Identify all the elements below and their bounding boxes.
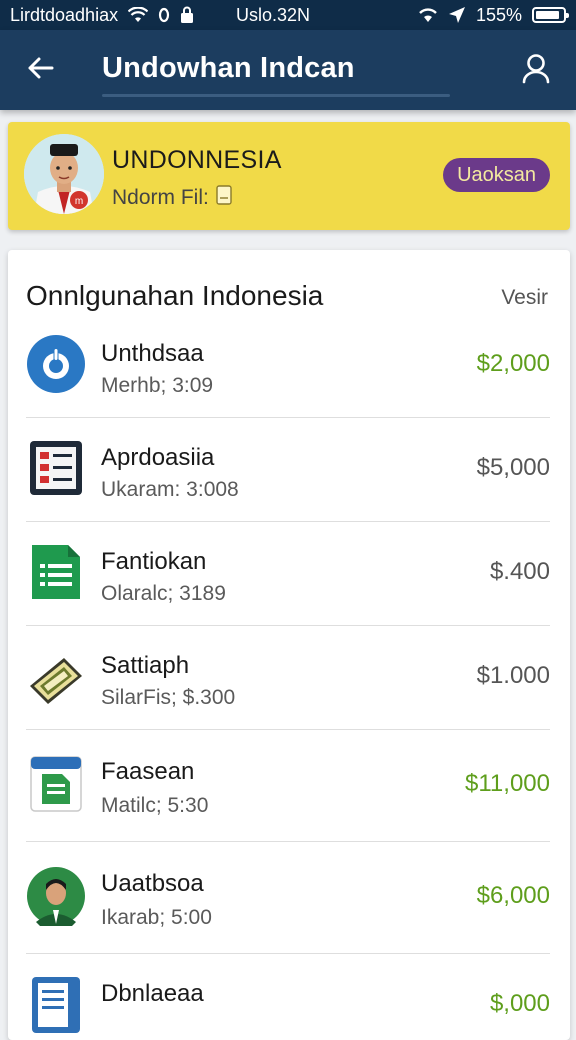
item-title: Aprdoasiia bbox=[101, 444, 215, 471]
user-icon bbox=[521, 52, 551, 89]
item-title: Dbnlaeaa bbox=[101, 980, 204, 1007]
list-item[interactable]: Dbnlaeaa $,000 bbox=[26, 954, 550, 1040]
list-item[interactable]: Faasean Matilc; 5:30 $11,000 bbox=[26, 730, 550, 842]
page-title: Undowhan Indcan bbox=[102, 52, 355, 84]
banner-title: UNDONNESIA bbox=[112, 146, 282, 174]
list-item[interactable]: Fantiokan Olaralc; 3189 $.400 bbox=[26, 522, 550, 626]
banner-subtitle: Ndorm Fil: bbox=[112, 186, 209, 209]
battery-level bbox=[536, 11, 559, 19]
item-subtitle: Ukaram: 3:008 bbox=[101, 478, 239, 501]
item-amount: $11,000 bbox=[465, 770, 550, 797]
item-title: Uaatbsoa bbox=[101, 870, 204, 897]
app-bar: Undowhan Indcan bbox=[0, 30, 576, 110]
banner-subtitle-row: Ndorm Fil: bbox=[112, 184, 233, 212]
power-icon bbox=[26, 334, 86, 394]
status-bar-left: Lirdtdoadhiax bbox=[10, 5, 194, 26]
item-amount: $6,000 bbox=[476, 882, 550, 909]
item-title: Sattiaph bbox=[101, 652, 190, 679]
item-amount: $5,000 bbox=[476, 454, 550, 481]
item-subtitle: Merhb; 3:09 bbox=[101, 374, 214, 397]
transaction-list: Unthdsaa Merhb; 3:09 $2,000 Aprdoasiia U… bbox=[8, 314, 570, 1040]
wifi-icon bbox=[128, 7, 149, 23]
list-item[interactable]: Unthdsaa Merhb; 3:09 $2,000 bbox=[26, 314, 550, 418]
lock-icon bbox=[180, 6, 194, 24]
file-small-icon bbox=[215, 184, 233, 212]
banner-action-button[interactable]: Uaoksan bbox=[443, 158, 550, 192]
list-item[interactable]: Aprdoasiia Ukaram: 3:008 $5,000 bbox=[26, 418, 550, 522]
item-subtitle: Ikarab; 5:00 bbox=[101, 906, 212, 929]
status-carrier-text: Lirdtdoadhiax bbox=[10, 4, 119, 25]
item-title: Unthdsaa bbox=[101, 340, 204, 367]
back-button[interactable] bbox=[22, 52, 58, 88]
transactions-card: Onnlgunahan Indonesia Vesir Unthdsaa Mer… bbox=[8, 250, 570, 1040]
view-all-link[interactable]: Vesir bbox=[501, 286, 548, 310]
document-icon bbox=[26, 754, 86, 814]
battery-icon bbox=[532, 7, 569, 23]
item-title: Fantiokan bbox=[101, 548, 207, 575]
title-divider bbox=[102, 94, 450, 97]
section-title: Onnlgunahan Indonesia bbox=[26, 280, 324, 311]
profile-button[interactable] bbox=[516, 50, 556, 90]
item-amount: $.400 bbox=[489, 558, 550, 585]
profile-banner: m UNDONNESIA Ndorm Fil: Uaoksan bbox=[8, 122, 570, 230]
avatar-icon bbox=[26, 866, 86, 926]
file-icon bbox=[26, 974, 86, 1034]
item-amount: $2,000 bbox=[476, 350, 550, 377]
location-icon bbox=[448, 6, 466, 24]
item-subtitle: Matilc; 5:30 bbox=[101, 794, 209, 817]
avatar: m bbox=[24, 134, 104, 214]
battery-percent: 155% bbox=[475, 4, 522, 25]
list-item[interactable]: Uaatbsoa Ikarab; 5:00 $6,000 bbox=[26, 842, 550, 954]
list-item[interactable]: Sattiaph SilarFis; $.300 $1.000 bbox=[26, 626, 550, 730]
item-amount: $,000 bbox=[489, 990, 550, 1017]
arrow-left-icon bbox=[26, 56, 54, 85]
circle-icon bbox=[158, 7, 170, 23]
checklist-icon bbox=[26, 438, 86, 498]
item-subtitle: Olaralc; 3189 bbox=[101, 582, 226, 605]
status-bar: Lirdtdoadhiax Uslo.32N 155% bbox=[0, 0, 576, 30]
svg-text:m: m bbox=[75, 196, 83, 207]
ticket-icon bbox=[26, 646, 86, 706]
item-title: Faasean bbox=[101, 758, 195, 785]
status-bar-right: 155% bbox=[418, 4, 569, 26]
status-center-text: Uslo.32N bbox=[236, 4, 311, 25]
item-subtitle: SilarFis; $.300 bbox=[101, 686, 236, 709]
spreadsheet-icon bbox=[26, 542, 86, 602]
signal-icon bbox=[418, 7, 438, 23]
item-amount: $1.000 bbox=[476, 662, 550, 689]
